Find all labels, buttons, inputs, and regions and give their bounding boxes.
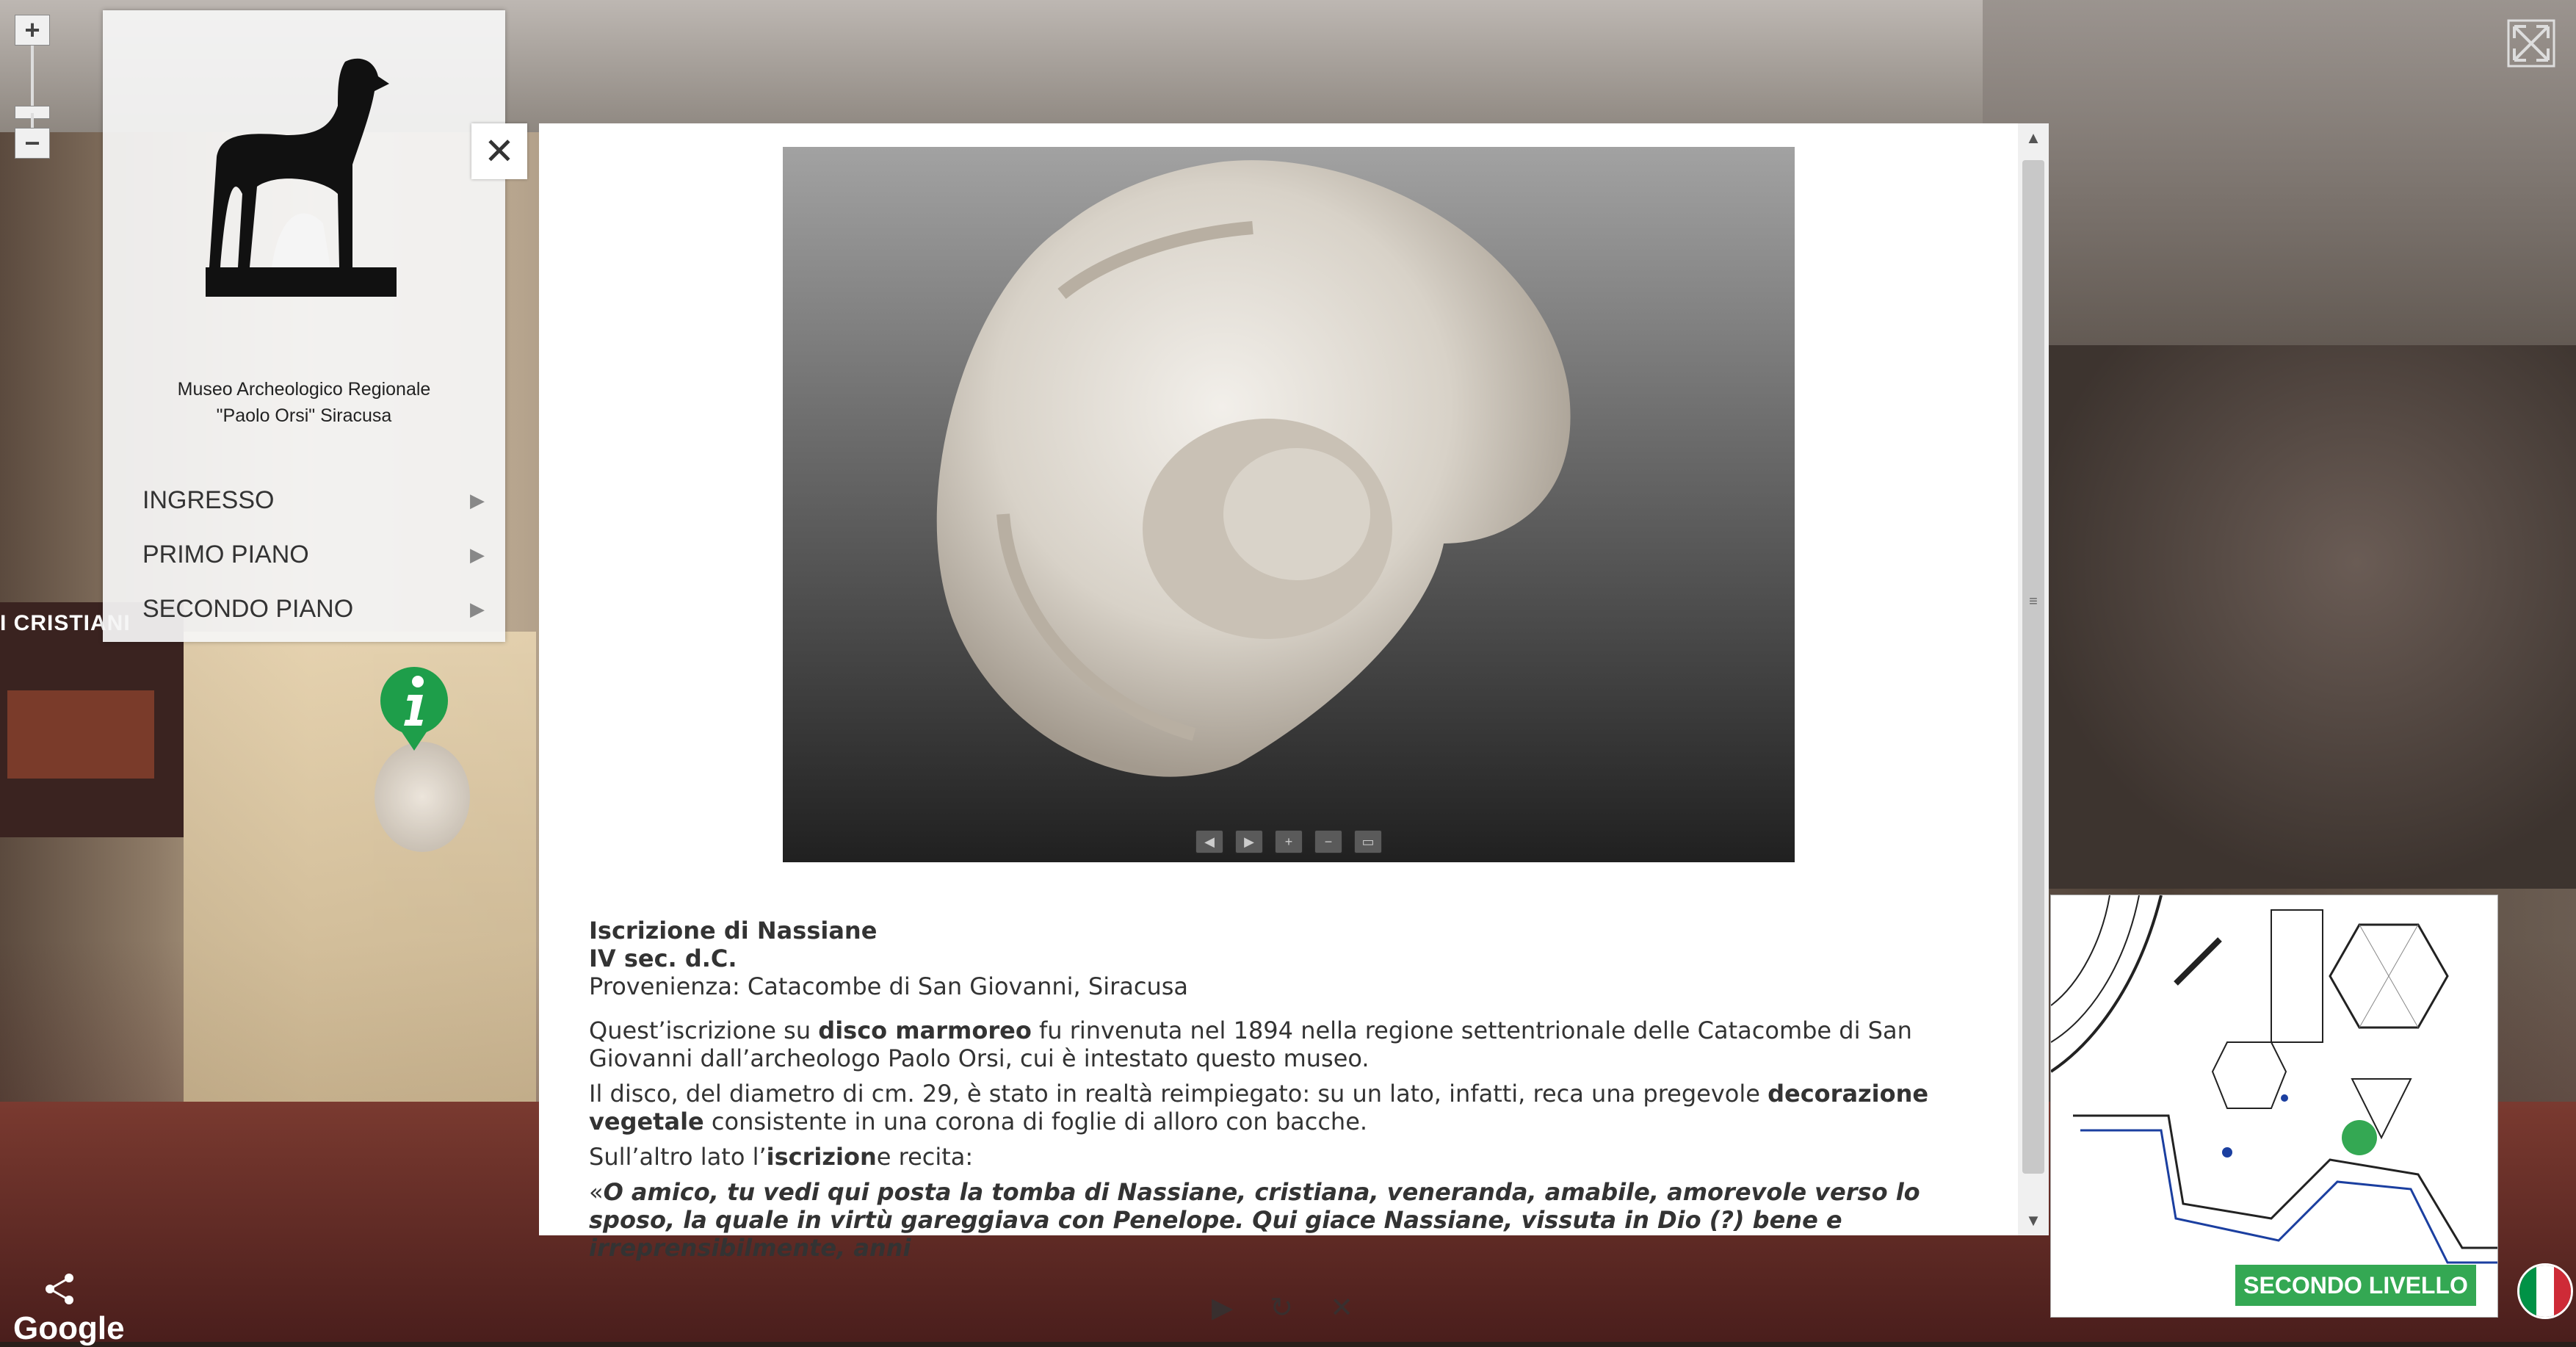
floor-menu: INGRESSO ▶ PRIMO PIANO ▶ SECONDO PIANO ▶ [103,473,505,636]
menu-item-primo-piano[interactable]: PRIMO PIANO ▶ [103,527,505,582]
chevron-right-icon: ▶ [470,598,485,620]
disc-artifact [375,742,470,852]
zoom-in-button[interactable]: + [15,15,50,46]
zoom-control: + − [15,15,50,159]
artifact-description: Iscrizione di Nassiane IV sec. d.C. Prov… [589,917,1984,1269]
viewer-rotate-left-button[interactable]: ◀ [1195,830,1223,853]
menu-item-label: SECONDO PIANO [142,595,354,623]
museum-name: Museo Archeologico Regionale "Paolo Orsi… [103,376,505,429]
menu-item-label: PRIMO PIANO [142,541,309,568]
viewer-toolbar: ◀ ▶ + − ▭ [783,830,1795,853]
menu-item-label: INGRESSO [142,486,275,514]
close-tour-icon[interactable]: ✕ [1330,1291,1353,1324]
rotate-icon[interactable]: ↻ [1270,1291,1293,1324]
viewer-zoom-in-button[interactable]: + [1275,830,1303,853]
italian-flag-icon[interactable] [2517,1263,2573,1319]
zoom-slider-track[interactable] [31,46,34,112]
marble-disc-image [936,160,1571,777]
artifact-date: IV sec. d.C. [589,945,737,972]
paragraph-1: Quest’iscrizione su disco marmoreo fu ri… [589,1016,1912,1072]
ceiling-right [1983,0,2576,382]
share-icon[interactable] [41,1271,78,1315]
menu-item-ingresso[interactable]: INGRESSO ▶ [103,473,505,527]
fullscreen-icon[interactable] [2506,18,2557,69]
artifact-title: Iscrizione di Nassiane [589,917,878,945]
sidebar-panel: Museo Archeologico Regionale "Paolo Orsi… [103,10,505,642]
scroll-grip-icon: ≡ [2029,593,2038,610]
scroll-up-arrow-icon[interactable]: ▲ [2018,123,2049,153]
scroll-down-arrow-icon[interactable]: ▼ [2018,1206,2049,1235]
paragraph-2: Il disco, del diametro di cm. 29, è stat… [589,1080,1929,1135]
chevron-right-icon: ▶ [470,489,485,511]
zoom-slider-track-lower[interactable] [31,113,34,128]
modal-scrollbar[interactable]: ▲ ≡ ▼ [2018,123,2049,1235]
museum-name-line2: "Paolo Orsi" Siracusa [216,405,392,426]
display-case [184,632,536,1102]
floor-level-label: SECONDO LIVELLO [2235,1265,2476,1306]
tour-playback-controls: ▶ ↻ ✕ [1212,1291,1353,1324]
close-button[interactable]: ✕ [471,123,527,179]
chevron-right-icon: ▶ [470,544,485,566]
scroll-thumb[interactable] [2022,160,2044,1174]
3d-object-viewer[interactable]: ◀ ▶ + − ▭ [783,147,1795,862]
rock-wall [2027,345,2576,889]
museum-logo [176,47,404,341]
museum-name-line1: Museo Archeologico Regionale [177,379,431,400]
info-hotspot-icon[interactable] [377,665,451,754]
viewer-fullscreen-button[interactable]: ▭ [1354,830,1382,853]
info-modal: ◀ ▶ + − ▭ Iscrizione di Nassiane IV sec.… [539,123,2049,1262]
inscription-quote: «O amico, tu vedi qui posta la tomba di … [589,1178,1920,1262]
menu-item-secondo-piano[interactable]: SECONDO PIANO ▶ [103,582,505,636]
artifact-provenance: Provenienza: Catacombe di San Giovanni, … [589,972,1188,1000]
poster-artwork [7,690,154,779]
paragraph-3: Sull’altro lato l’iscrizione recita: [589,1143,974,1171]
viewer-zoom-out-button[interactable]: − [1314,830,1342,853]
viewer-rotate-right-button[interactable]: ▶ [1235,830,1263,853]
floor-minimap[interactable] [2050,895,2498,1318]
play-icon[interactable]: ▶ [1212,1291,1233,1324]
zoom-out-button[interactable]: − [15,128,50,159]
